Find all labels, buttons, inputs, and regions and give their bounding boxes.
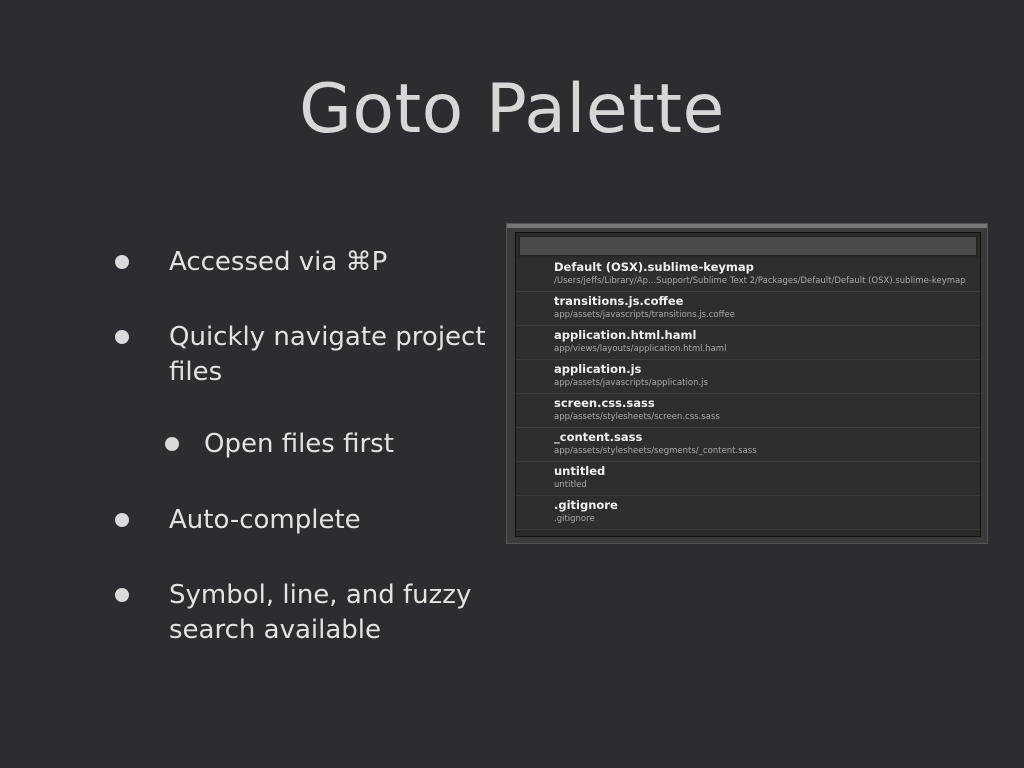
palette-result-row[interactable]: application.html.haml app/views/layouts/… bbox=[516, 326, 980, 360]
palette-result-row[interactable]: Default (OSX).sublime-keymap /Users/jeff… bbox=[516, 258, 980, 292]
bullet-text: Quickly navigate project files bbox=[169, 322, 486, 387]
palette-result-row[interactable]: transitions.js.coffee app/assets/javascr… bbox=[516, 292, 980, 326]
palette-result-row[interactable]: screen.css.sass app/assets/stylesheets/s… bbox=[516, 394, 980, 428]
result-file-name: Default (OSX).sublime-keymap bbox=[554, 260, 754, 274]
result-file-name: application.js bbox=[554, 362, 642, 376]
result-file-name: .gitignore bbox=[554, 498, 618, 512]
slide-title: Goto Palette bbox=[299, 70, 725, 149]
result-file-name: application.html.haml bbox=[554, 328, 697, 342]
result-file-path: app/assets/stylesheets/screen.css.sass bbox=[554, 412, 720, 422]
result-file-path: app/assets/javascripts/transitions.js.co… bbox=[554, 310, 735, 320]
result-file-path: app/assets/javascripts/application.js bbox=[554, 378, 708, 388]
bullet-text: Auto-complete bbox=[169, 505, 361, 535]
result-file-path: .gitignore bbox=[554, 514, 595, 524]
bullet-dot-icon bbox=[165, 437, 179, 451]
bullet-dot-icon bbox=[115, 588, 129, 602]
palette-result-row[interactable]: .gitignore .gitignore bbox=[516, 496, 980, 530]
bullet-text: Accessed via ⌘P bbox=[169, 247, 388, 277]
result-file-name: untitled bbox=[554, 464, 606, 478]
result-file-name: screen.css.sass bbox=[554, 396, 655, 410]
palette-result-row[interactable]: _content.sass app/assets/stylesheets/seg… bbox=[516, 428, 980, 462]
palette-top-border bbox=[507, 224, 987, 228]
palette-result-row[interactable]: untitled untitled bbox=[516, 462, 980, 496]
goto-palette-screenshot: Default (OSX).sublime-keymap /Users/jeff… bbox=[506, 223, 988, 544]
result-file-path: /Users/jeffs/Library/Ap...Support/Sublim… bbox=[554, 276, 966, 286]
bullet-text: Open files first bbox=[204, 429, 394, 459]
bullet-dot-icon bbox=[115, 255, 129, 269]
result-file-path: untitled bbox=[554, 480, 587, 490]
palette-search-input[interactable] bbox=[519, 236, 977, 256]
bullet-dot-icon bbox=[115, 330, 129, 344]
bullet-dot-icon bbox=[115, 513, 129, 527]
result-file-name: _content.sass bbox=[554, 430, 643, 444]
result-file-path: app/views/layouts/application.html.haml bbox=[554, 344, 727, 354]
palette-result-row[interactable]: application.js app/assets/javascripts/ap… bbox=[516, 360, 980, 394]
result-file-name: transitions.js.coffee bbox=[554, 294, 684, 308]
palette-panel: Default (OSX).sublime-keymap /Users/jeff… bbox=[515, 232, 981, 537]
result-file-path: app/assets/stylesheets/segments/_content… bbox=[554, 446, 757, 456]
bullet-text: Symbol, line, and fuzzy search available bbox=[169, 580, 472, 645]
